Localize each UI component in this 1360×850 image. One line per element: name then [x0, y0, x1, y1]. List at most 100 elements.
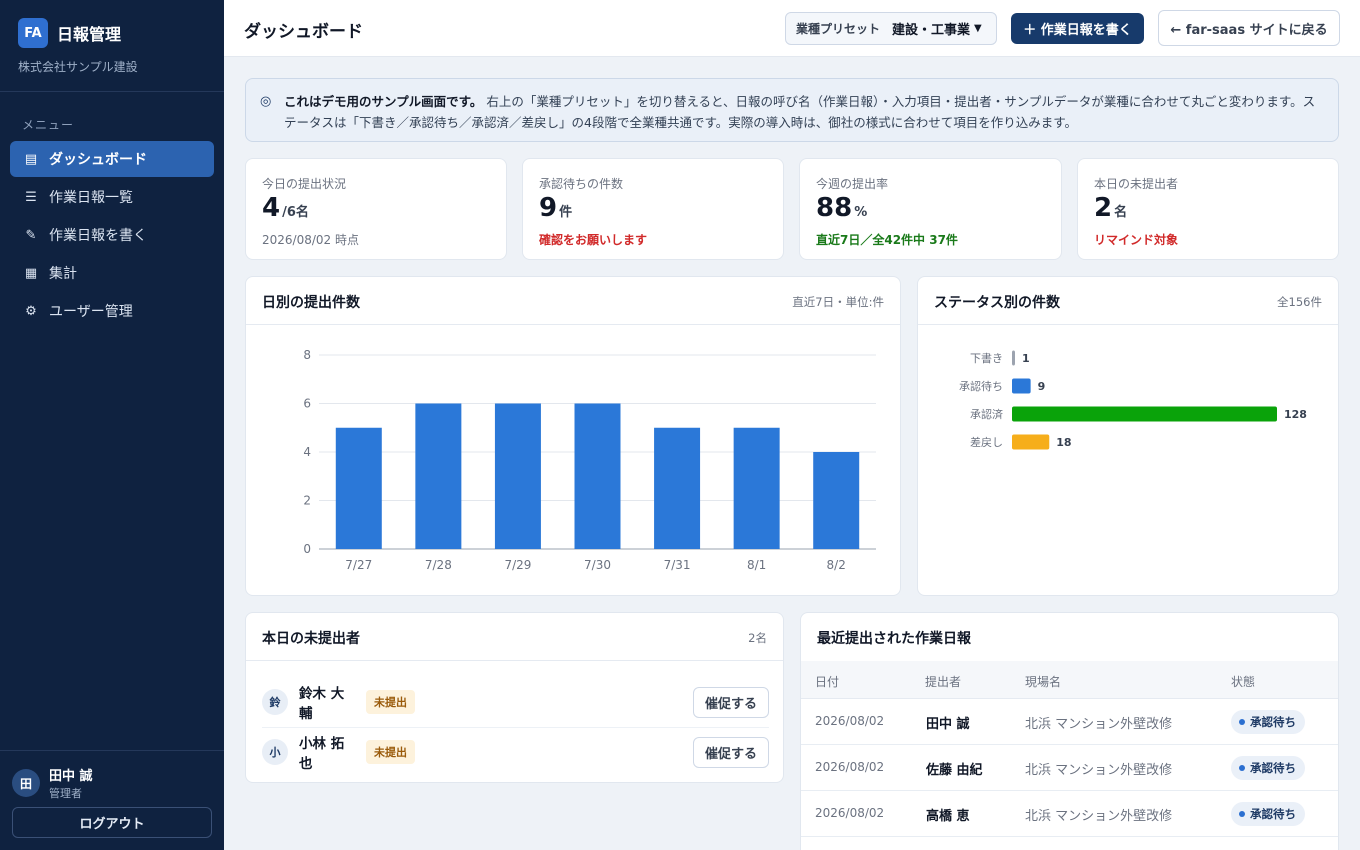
- panel-title: 最近提出された作業日報: [817, 631, 971, 647]
- user-meta: 田中 誠 管理者: [49, 765, 93, 801]
- stat-unit: 件: [559, 205, 573, 220]
- category-label: 下書き: [970, 351, 1003, 365]
- submitter-name: 小林 拓也: [299, 736, 345, 772]
- dashboard-icon: ▤: [24, 151, 38, 167]
- bar: [654, 427, 701, 549]
- industry-preset-select[interactable]: 業種プリセット 建設・工事業 ▼: [785, 12, 997, 45]
- status-label: 承認待ち: [1250, 715, 1296, 729]
- daily-bar-chart: 0 2 4 6 8 7/27 7/28 7/29 7/30 7/31 8/1 8/2: [303, 348, 876, 572]
- sidebar-menu: ▤ ダッシュボード ☰ 作業日報一覧 ✎ 作業日報を書く ▦ 集計 ⚙ ユーザー…: [0, 141, 224, 329]
- page-title: ダッシュボード: [244, 22, 363, 42]
- panel-divider: [246, 660, 783, 661]
- remind-button[interactable]: 催促する: [693, 736, 769, 768]
- sidebar-item-report-list[interactable]: ☰ 作業日報一覧: [10, 179, 214, 215]
- bar: [1012, 434, 1050, 450]
- sidebar-item-user-management[interactable]: ⚙ ユーザー管理: [10, 293, 214, 329]
- bar: [733, 427, 780, 549]
- stat-value: 9件: [539, 193, 572, 223]
- stat-number: 4: [262, 193, 281, 223]
- cell-date: 2026/08/02: [815, 714, 885, 728]
- status-badge: 承認待ち: [1231, 710, 1305, 734]
- avatar: 鈴: [262, 689, 288, 715]
- brand: FA 日報管理: [0, 0, 224, 48]
- logout-button[interactable]: ログアウト: [12, 807, 212, 838]
- stat-sub: 直近7日／全42件中 37件: [816, 233, 958, 247]
- column-header-date: 日付: [815, 675, 840, 689]
- table-row[interactable]: 2026/08/02 佐藤 由紀 北浜 マンション外壁改修 承認待ち: [801, 745, 1338, 791]
- back-to-site-button[interactable]: ← far-saas サイトに戻る: [1158, 10, 1340, 46]
- stat-card-missing-today: 本日の未提出者 2名 リマインド対象: [1077, 158, 1339, 260]
- category-label: 承認待ち: [959, 379, 1003, 393]
- panel-title: 本日の未提出者: [262, 631, 360, 647]
- sidebar-footer: 田 田中 誠 管理者 ログアウト: [0, 750, 224, 850]
- stat-label: 承認待ちの件数: [539, 177, 624, 191]
- y-tick-label: 6: [303, 397, 311, 411]
- status-label: 承認待ち: [1250, 761, 1296, 775]
- preset-label: 業種プリセット: [796, 22, 881, 36]
- recent-reports-panel: 最近提出された作業日報 日付 提出者 現場名 状態 2026/08/02 田中 …: [800, 612, 1339, 850]
- user-name: 田中 誠: [49, 769, 93, 784]
- bar: [574, 403, 621, 549]
- category-label: 承認済: [970, 407, 1003, 421]
- sidebar: FA 日報管理 株式会社サンプル建設 メニュー ▤ ダッシュボード ☰ 作業日報…: [0, 0, 224, 850]
- stat-label: 本日の未提出者: [1094, 177, 1179, 191]
- write-report-button[interactable]: ＋ 作業日報を書く: [1011, 13, 1144, 44]
- y-tick-label: 0: [303, 542, 311, 556]
- x-tick-label: 8/2: [827, 558, 846, 572]
- table-row[interactable]: 2026/08/02 高橋 恵 北浜 マンション外壁改修 承認待ち: [801, 791, 1338, 837]
- column-header-status: 状態: [1231, 675, 1256, 689]
- sidebar-item-label: 作業日報を書く: [49, 228, 147, 244]
- cell-date: 2026/08/02: [815, 760, 885, 774]
- menu-heading: メニュー: [22, 118, 75, 132]
- chevron-down-icon: ▼: [974, 23, 982, 34]
- y-tick-label: 4: [303, 445, 311, 459]
- stat-value: 2名: [1094, 193, 1127, 223]
- status-count-panel: ステータス別の件数 全156件 下書き 1 承認待ち 9 承認済 128 差戻し 18: [917, 276, 1339, 596]
- stat-sub: 確認をお願いします: [539, 233, 648, 247]
- x-tick-label: 7/27: [345, 558, 372, 572]
- status-dot: [1239, 765, 1245, 771]
- table-header: 日付 提出者 現場名 状態: [801, 661, 1338, 699]
- remind-button[interactable]: 催促する: [693, 686, 769, 718]
- table-row[interactable]: [801, 837, 1338, 850]
- cell-date: 2026/08/02: [815, 806, 885, 820]
- bar: [494, 403, 541, 549]
- info-icon: ◎: [260, 94, 272, 109]
- chart-icon: ▦: [24, 265, 38, 281]
- sidebar-item-summary[interactable]: ▦ 集計: [10, 255, 214, 291]
- submitter-name: 鈴木 大輔: [299, 686, 345, 722]
- list-item: 小 小林 拓也 未提出 催促する: [262, 727, 769, 777]
- missing-submitters-panel: 本日の未提出者 2名 鈴 鈴木 大輔 未提出 催促する 小 小林 拓也 未提出 …: [245, 612, 784, 783]
- stat-sub: 2026/08/02 時点: [262, 233, 359, 247]
- sidebar-item-write-report[interactable]: ✎ 作業日報を書く: [10, 217, 214, 253]
- sidebar-item-label: ダッシュボード: [49, 152, 147, 168]
- app-logo: FA: [18, 18, 48, 48]
- cell-site: 北浜 マンション外壁改修: [1025, 717, 1173, 732]
- status-dot: [1239, 719, 1245, 725]
- status-badge: 承認待ち: [1231, 756, 1305, 780]
- x-tick-label: 8/1: [747, 558, 766, 572]
- panel-meta: 2名: [748, 631, 767, 645]
- stat-number: 88: [816, 193, 853, 223]
- gear-icon: ⚙: [25, 303, 37, 319]
- demo-notice: ◎ これはデモ用のサンプル画面です。 右上の「業種プリセット」を切り替えると、日…: [245, 78, 1339, 142]
- pencil-icon: ✎: [25, 227, 37, 243]
- category-label: 差戻し: [970, 435, 1003, 449]
- table-row[interactable]: 2026/08/02 田中 誠 北浜 マンション外壁改修 承認待ち: [801, 699, 1338, 745]
- cell-site: 北浜 マンション外壁改修: [1025, 809, 1173, 824]
- y-tick-label: 2: [303, 494, 311, 508]
- sidebar-item-dashboard[interactable]: ▤ ダッシュボード: [10, 141, 214, 177]
- x-tick-label: 7/31: [664, 558, 691, 572]
- bar: [1012, 378, 1031, 394]
- stat-value: 88%: [816, 193, 867, 223]
- bar: [335, 427, 382, 549]
- preset-value: 建設・工事業: [892, 23, 971, 38]
- top-header: ダッシュボード 業種プリセット 建設・工事業 ▼ ＋ 作業日報を書く ← far…: [224, 0, 1360, 57]
- stat-sub: リマインド対象: [1094, 233, 1179, 247]
- bar: [813, 452, 860, 549]
- stat-number: 9: [539, 193, 558, 223]
- company-name: 株式会社サンプル建設: [18, 60, 138, 74]
- bar: [1012, 406, 1277, 422]
- stat-unit: /6名: [282, 205, 309, 220]
- status-badge: 未提出: [366, 690, 415, 714]
